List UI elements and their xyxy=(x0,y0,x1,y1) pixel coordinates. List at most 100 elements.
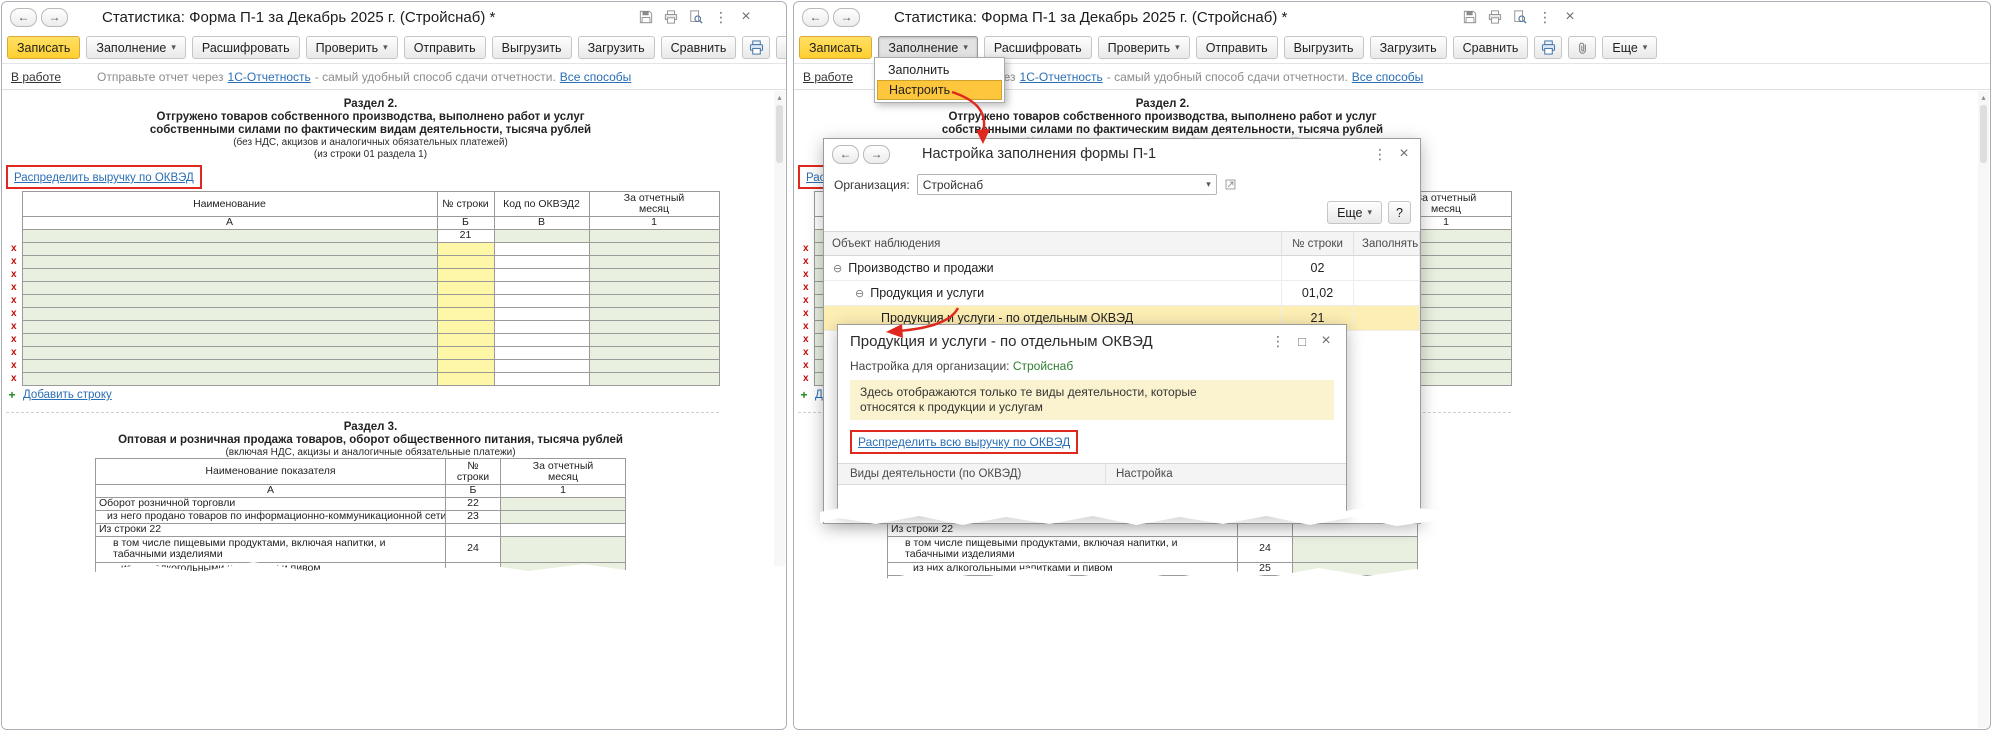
value-cell[interactable] xyxy=(589,268,719,281)
delete-row-icon[interactable]: x xyxy=(803,321,809,332)
more-menu-icon[interactable]: ⋮ xyxy=(1537,9,1553,25)
print-button[interactable] xyxy=(1534,36,1562,59)
value-cell[interactable] xyxy=(1293,562,1418,575)
compare-button[interactable]: Сравнить xyxy=(661,36,737,59)
name-cell[interactable] xyxy=(22,307,437,320)
distribute-revenue-link[interactable]: Распределить выручку по ОКВЭД xyxy=(14,172,194,184)
okved-cell[interactable] xyxy=(494,242,589,255)
name-cell[interactable] xyxy=(22,333,437,346)
collapse-icon[interactable]: ⊖ xyxy=(833,263,842,275)
send-button[interactable]: Отправить xyxy=(1196,36,1278,59)
okved-cell[interactable] xyxy=(494,372,589,385)
scroll-thumb[interactable] xyxy=(776,105,783,163)
name-cell[interactable] xyxy=(22,268,437,281)
fill-cell[interactable] xyxy=(1354,306,1420,331)
delete-row-icon[interactable]: x xyxy=(803,243,809,254)
more-button[interactable]: Еще▾ xyxy=(1327,201,1382,224)
save-button[interactable]: Записать xyxy=(799,36,872,59)
value-cell[interactable] xyxy=(501,510,626,523)
name-cell[interactable] xyxy=(22,359,437,372)
more-menu-icon[interactable]: ⋮ xyxy=(1372,146,1388,162)
table-row[interactable]: ⊖Продукция и услуги 01,02 xyxy=(824,281,1420,306)
print-preview-icon[interactable] xyxy=(688,9,704,25)
delete-row-icon[interactable]: x xyxy=(11,347,17,358)
delete-row-icon[interactable]: x xyxy=(11,334,17,345)
vertical-scrollbar[interactable]: ▴ xyxy=(774,91,785,728)
row-number-cell[interactable] xyxy=(437,268,494,281)
decipher-button[interactable]: Расшифровать xyxy=(192,36,300,59)
compare-button[interactable]: Сравнить xyxy=(1453,36,1529,59)
delete-row-icon[interactable]: x xyxy=(11,373,17,384)
delete-row-icon[interactable]: x xyxy=(11,269,17,280)
name-cell[interactable] xyxy=(22,320,437,333)
delete-row-icon[interactable]: x xyxy=(803,347,809,358)
delete-row-icon[interactable]: x xyxy=(11,295,17,306)
row-number-cell[interactable] xyxy=(437,255,494,268)
delete-row-icon[interactable]: x xyxy=(803,360,809,371)
table-row[interactable]: ⊖Производство и продажи 02 xyxy=(824,256,1420,281)
delete-row-icon[interactable]: x xyxy=(11,256,17,267)
okved-cell[interactable] xyxy=(494,294,589,307)
back-button[interactable]: ← xyxy=(10,8,37,27)
value-cell[interactable] xyxy=(589,359,719,372)
value-cell[interactable] xyxy=(589,346,719,359)
value-cell[interactable] xyxy=(589,294,719,307)
more-button[interactable]: Еще▾ xyxy=(1602,36,1657,59)
okved-cell[interactable] xyxy=(494,307,589,320)
check-button[interactable]: Проверить▾ xyxy=(1098,36,1190,59)
row-number-cell[interactable] xyxy=(437,320,494,333)
row-number-cell[interactable] xyxy=(437,281,494,294)
attachments-button[interactable] xyxy=(776,36,787,59)
okved-cell[interactable] xyxy=(494,346,589,359)
okved-cell[interactable] xyxy=(494,333,589,346)
more-menu-icon[interactable]: ⋮ xyxy=(1270,333,1286,349)
maximize-icon[interactable]: □ xyxy=(1294,333,1310,349)
row-number-cell[interactable] xyxy=(437,359,494,372)
add-row-icon[interactable]: + xyxy=(6,388,18,402)
all-ways-link[interactable]: Все способы xyxy=(560,70,632,84)
organization-link[interactable]: Стройснаб xyxy=(1013,359,1073,373)
delete-row-icon[interactable]: x xyxy=(11,243,17,254)
save-button[interactable]: Записать xyxy=(7,36,80,59)
close-icon[interactable]: × xyxy=(1562,9,1578,25)
fill-button[interactable]: Заполнение▾ xyxy=(86,36,185,59)
open-element-icon[interactable] xyxy=(1224,178,1237,191)
delete-row-icon[interactable]: x xyxy=(11,321,17,332)
row-number-cell[interactable] xyxy=(437,242,494,255)
value-cell[interactable] xyxy=(1293,575,1418,588)
name-cell[interactable] xyxy=(22,242,437,255)
menu-item-configure[interactable]: Настроить xyxy=(877,80,1002,100)
forward-button[interactable]: → xyxy=(863,145,890,164)
send-button[interactable]: Отправить xyxy=(404,36,486,59)
unload-button[interactable]: Выгрузить xyxy=(492,36,572,59)
fill-cell[interactable] xyxy=(1354,256,1420,281)
organization-combobox[interactable]: Стройснаб ▾ xyxy=(917,174,1217,195)
okved-cell[interactable] xyxy=(494,359,589,372)
delete-row-icon[interactable]: x xyxy=(803,334,809,345)
decipher-button[interactable]: Расшифровать xyxy=(984,36,1092,59)
scroll-thumb[interactable] xyxy=(1980,105,1987,163)
back-button[interactable]: ← xyxy=(832,145,859,164)
back-button[interactable]: ← xyxy=(802,8,829,27)
value-cell[interactable] xyxy=(501,575,626,588)
value-cell[interactable] xyxy=(589,242,719,255)
row-number-cell[interactable] xyxy=(437,372,494,385)
more-menu-icon[interactable]: ⋮ xyxy=(713,9,729,25)
value-cell[interactable] xyxy=(501,562,626,575)
forward-button[interactable]: → xyxy=(41,8,68,27)
forward-button[interactable]: → xyxy=(833,8,860,27)
okved-cell[interactable] xyxy=(494,281,589,294)
name-cell[interactable] xyxy=(22,346,437,359)
row-number-cell[interactable] xyxy=(437,307,494,320)
delete-row-icon[interactable]: x xyxy=(803,295,809,306)
okved-cell[interactable] xyxy=(494,268,589,281)
value-cell[interactable] xyxy=(589,255,719,268)
value-cell[interactable] xyxy=(589,372,719,385)
row-number-cell[interactable] xyxy=(437,346,494,359)
value-cell[interactable] xyxy=(589,229,719,242)
menu-item-fill[interactable]: Заполнить xyxy=(877,60,1002,80)
reporting-service-link[interactable]: 1С-Отчетность xyxy=(228,70,311,84)
add-row-link[interactable]: Добавить строку xyxy=(23,389,112,401)
attachments-button[interactable] xyxy=(1568,36,1596,59)
check-button[interactable]: Проверить▾ xyxy=(306,36,398,59)
